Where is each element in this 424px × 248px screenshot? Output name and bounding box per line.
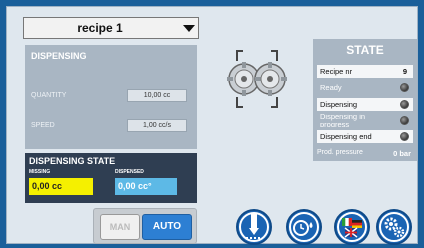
main-screen: recipe 1 DISPENSING QUANTITY 10,00 cc SP… (6, 6, 418, 245)
dispensing-state-panel: DISPENSING STATE MISSING DISPENSED 0,00 … (25, 153, 197, 203)
dispense-button[interactable] (236, 209, 272, 245)
ready-led-icon (400, 83, 409, 92)
dispensing-panel: DISPENSING QUANTITY 10,00 cc SPEED 1,00 … (25, 45, 197, 149)
timer-drop-icon (289, 212, 319, 242)
dispensing-led-icon (400, 100, 409, 109)
dispensed-label: DISPENSED (115, 169, 144, 175)
mode-man-button[interactable]: MAN (100, 214, 140, 240)
speed-field[interactable]: 1,00 cc/s (127, 119, 187, 132)
settings-button[interactable] (376, 209, 412, 245)
dispensing-label: Dispensing (320, 100, 358, 109)
dispensing-end-label: Dispensing end (320, 132, 372, 141)
ready-label: Ready (320, 83, 342, 92)
in-progress-led-icon (400, 116, 409, 125)
recipe-select[interactable]: recipe 1 (23, 17, 199, 39)
pressure-row: Prod. pressure 0 bar (317, 149, 413, 158)
ready-row: Ready (317, 81, 413, 94)
quantity-label: QUANTITY (31, 92, 67, 99)
recipe-nr-value: 9 (402, 67, 407, 76)
pressure-label: Prod. pressure (317, 149, 363, 156)
timer-button[interactable] (286, 209, 322, 245)
dispensing-end-led-icon (400, 132, 409, 141)
dispensing-title: DISPENSING (31, 51, 87, 61)
speed-label: SPEED (31, 122, 55, 129)
dispensing-end-row: Dispensing end (317, 130, 413, 143)
recipe-select-value: recipe 1 (77, 21, 123, 35)
dispense-nozzle-icon (239, 212, 269, 242)
quantity-field[interactable]: 10,00 cc (127, 89, 187, 102)
in-progress-row: Dispensing in progress (317, 114, 413, 127)
dispensing-state-title: DISPENSING STATE (29, 156, 116, 166)
pump-gears-icon (221, 49, 293, 109)
language-button[interactable] (334, 209, 370, 245)
missing-value: 0,00 cc (29, 178, 93, 195)
missing-label: MISSING (29, 169, 51, 175)
mode-toggle[interactable]: MAN AUTO (93, 208, 197, 244)
dispensing-row: Dispensing (317, 98, 413, 111)
pressure-value: 0 bar (393, 149, 411, 158)
dispensed-value: 0,00 cc° (115, 178, 177, 195)
state-panel: STATE Recipe nr 9 Ready Dispensing Dispe… (313, 39, 417, 161)
in-progress-label: Dispensing in progress (320, 114, 366, 127)
settings-gears-icon (379, 212, 409, 242)
recipe-nr-label: Recipe nr (320, 67, 353, 76)
state-title: STATE (346, 43, 384, 57)
recipe-nr-row: Recipe nr 9 (317, 65, 413, 78)
chevron-down-icon[interactable] (183, 25, 195, 32)
mode-auto-button[interactable]: AUTO (142, 214, 192, 240)
language-flags-icon (337, 212, 367, 242)
